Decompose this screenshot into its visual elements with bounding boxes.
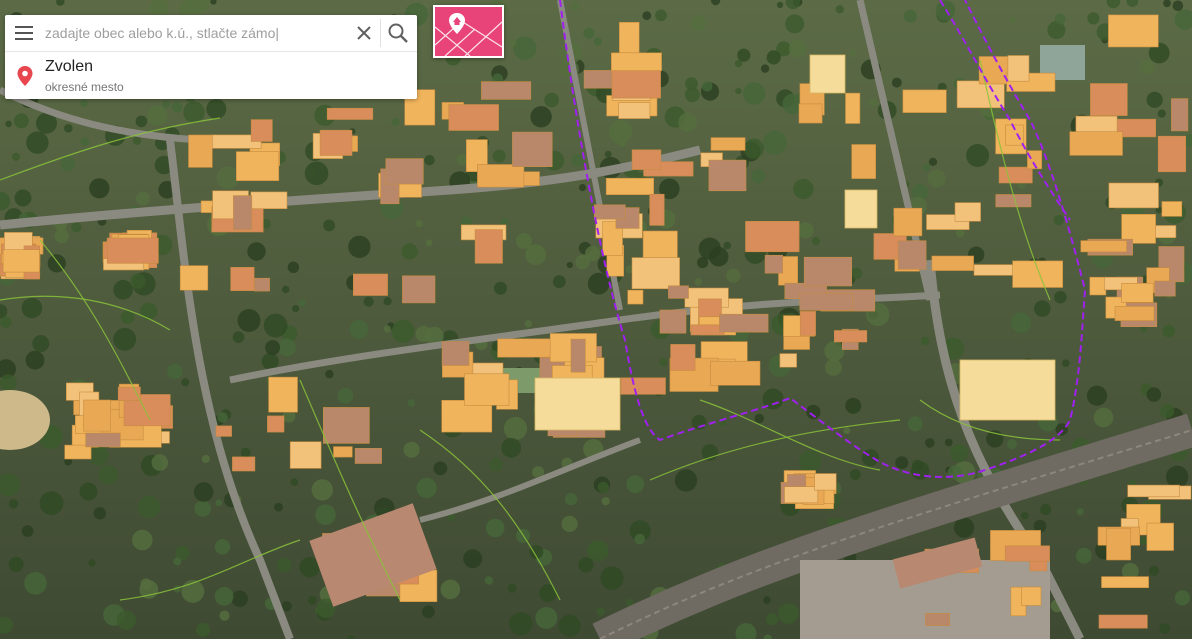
result-subtitle: okresné mesto (45, 80, 124, 94)
map-pin-icon (16, 65, 34, 87)
search-icon[interactable] (385, 20, 411, 46)
close-icon[interactable] (353, 22, 375, 44)
search-input[interactable] (45, 21, 345, 45)
cadastre-layer-icon[interactable] (433, 5, 504, 58)
search-panel: Zvolen okresné mesto (5, 15, 417, 99)
result-title: Zvolen (45, 58, 94, 75)
search-bar (5, 15, 417, 51)
search-result-item[interactable]: Zvolen okresné mesto (5, 52, 417, 99)
menu-icon[interactable] (13, 23, 37, 43)
search-divider (380, 19, 381, 47)
